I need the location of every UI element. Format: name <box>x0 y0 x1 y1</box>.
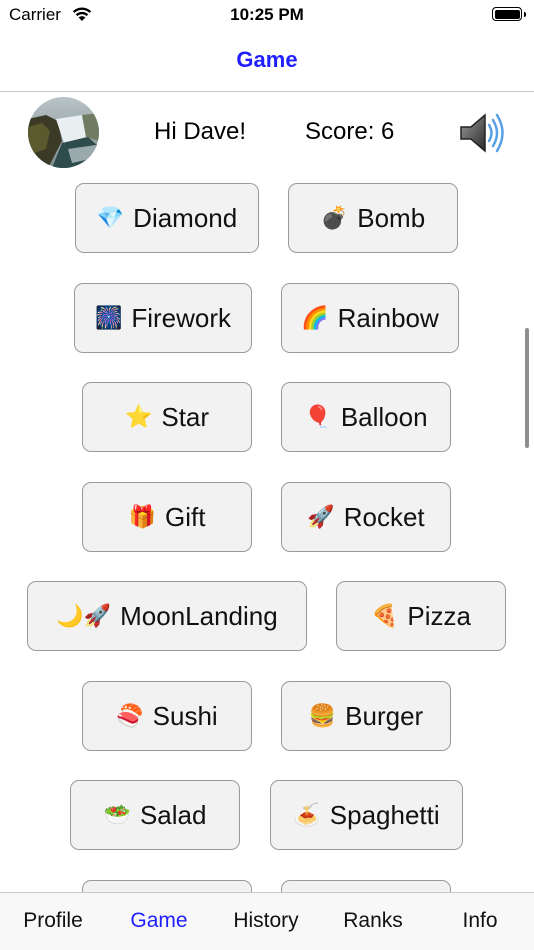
bomb-button[interactable]: 💣 Bomb <box>288 183 458 253</box>
gift-button[interactable]: 🎁 Gift <box>82 482 252 552</box>
button-label: Rainbow <box>337 302 439 333</box>
button-label: Bomb <box>357 202 426 233</box>
salad-icon: 🥗 <box>103 802 131 828</box>
button-label: Star <box>161 401 210 432</box>
burger-button[interactable]: 🍔 Burger <box>281 681 451 751</box>
score-text: Score: 6 <box>305 118 395 145</box>
tab-game[interactable]: Game <box>130 909 187 933</box>
greeting-text: Hi Dave! <box>154 118 247 145</box>
balloon-icon: 🎈 <box>304 404 332 430</box>
page-title: Game <box>236 47 298 72</box>
button-label: Salad <box>139 799 207 830</box>
scrollbar[interactable] <box>525 328 529 448</box>
button-label: Burger <box>345 700 424 731</box>
tab-info[interactable]: Info <box>462 909 497 933</box>
spaghetti-icon: 🍝 <box>293 802 321 828</box>
button-label: Rocket <box>343 501 425 532</box>
rocket-icon: 🚀 <box>307 504 335 530</box>
battery-icon <box>492 7 526 21</box>
button-label: Gift <box>164 501 206 532</box>
pizza-button[interactable]: 🍕 Pizza <box>336 581 506 651</box>
diamond-button[interactable]: 💎 Diamond <box>75 183 259 253</box>
spaghetti-button[interactable]: 🍝 Spaghetti <box>270 780 463 850</box>
status-time: 10:25 PM <box>230 5 304 24</box>
button-label: Pizza <box>407 600 471 631</box>
rainbow-icon: 🌈 <box>301 305 329 331</box>
firework-icon: 🎆 <box>94 305 123 331</box>
gift-icon: 🎁 <box>128 504 156 530</box>
tab-bar: Profile Game History Ranks Info <box>0 892 534 950</box>
tab-ranks[interactable]: Ranks <box>343 909 403 933</box>
salad-button[interactable]: 🥗 Salad <box>70 780 240 850</box>
tab-history[interactable]: History <box>233 909 298 933</box>
button-label: Sushi <box>152 700 218 731</box>
sushi-icon: 🍣 <box>116 703 144 729</box>
rainbow-button[interactable]: 🌈 Rainbow <box>281 283 459 353</box>
button-label: Diamond <box>133 202 238 233</box>
button-label: Firework <box>131 302 232 333</box>
bomb-icon: 💣 <box>320 205 349 231</box>
button-label: Balloon <box>340 401 428 432</box>
nav-divider <box>0 91 534 92</box>
sushi-button[interactable]: 🍣 Sushi <box>82 681 252 751</box>
burger-icon: 🍔 <box>308 703 337 729</box>
star-button[interactable]: ⭐ Star <box>82 382 252 452</box>
firework-button[interactable]: 🎆 Firework <box>74 283 252 353</box>
star-icon: ⭐ <box>124 404 153 430</box>
button-label: MoonLanding <box>120 600 278 631</box>
pizza-icon: 🍕 <box>371 603 399 629</box>
button-label: Spaghetti <box>329 799 440 830</box>
moonlanding-button[interactable]: 🌙🚀 MoonLanding <box>27 581 307 651</box>
status-bar: Carrier 10:25 PM <box>0 0 534 30</box>
diamond-icon: 💎 <box>96 205 125 231</box>
avatar[interactable] <box>28 97 99 168</box>
rocket-button[interactable]: 🚀 Rocket <box>281 482 451 552</box>
balloon-button[interactable]: 🎈 Balloon <box>281 382 451 452</box>
moon-rocket-icon: 🌙🚀 <box>56 603 112 629</box>
speaker-icon[interactable] <box>458 110 504 156</box>
tab-profile[interactable]: Profile <box>23 909 83 933</box>
